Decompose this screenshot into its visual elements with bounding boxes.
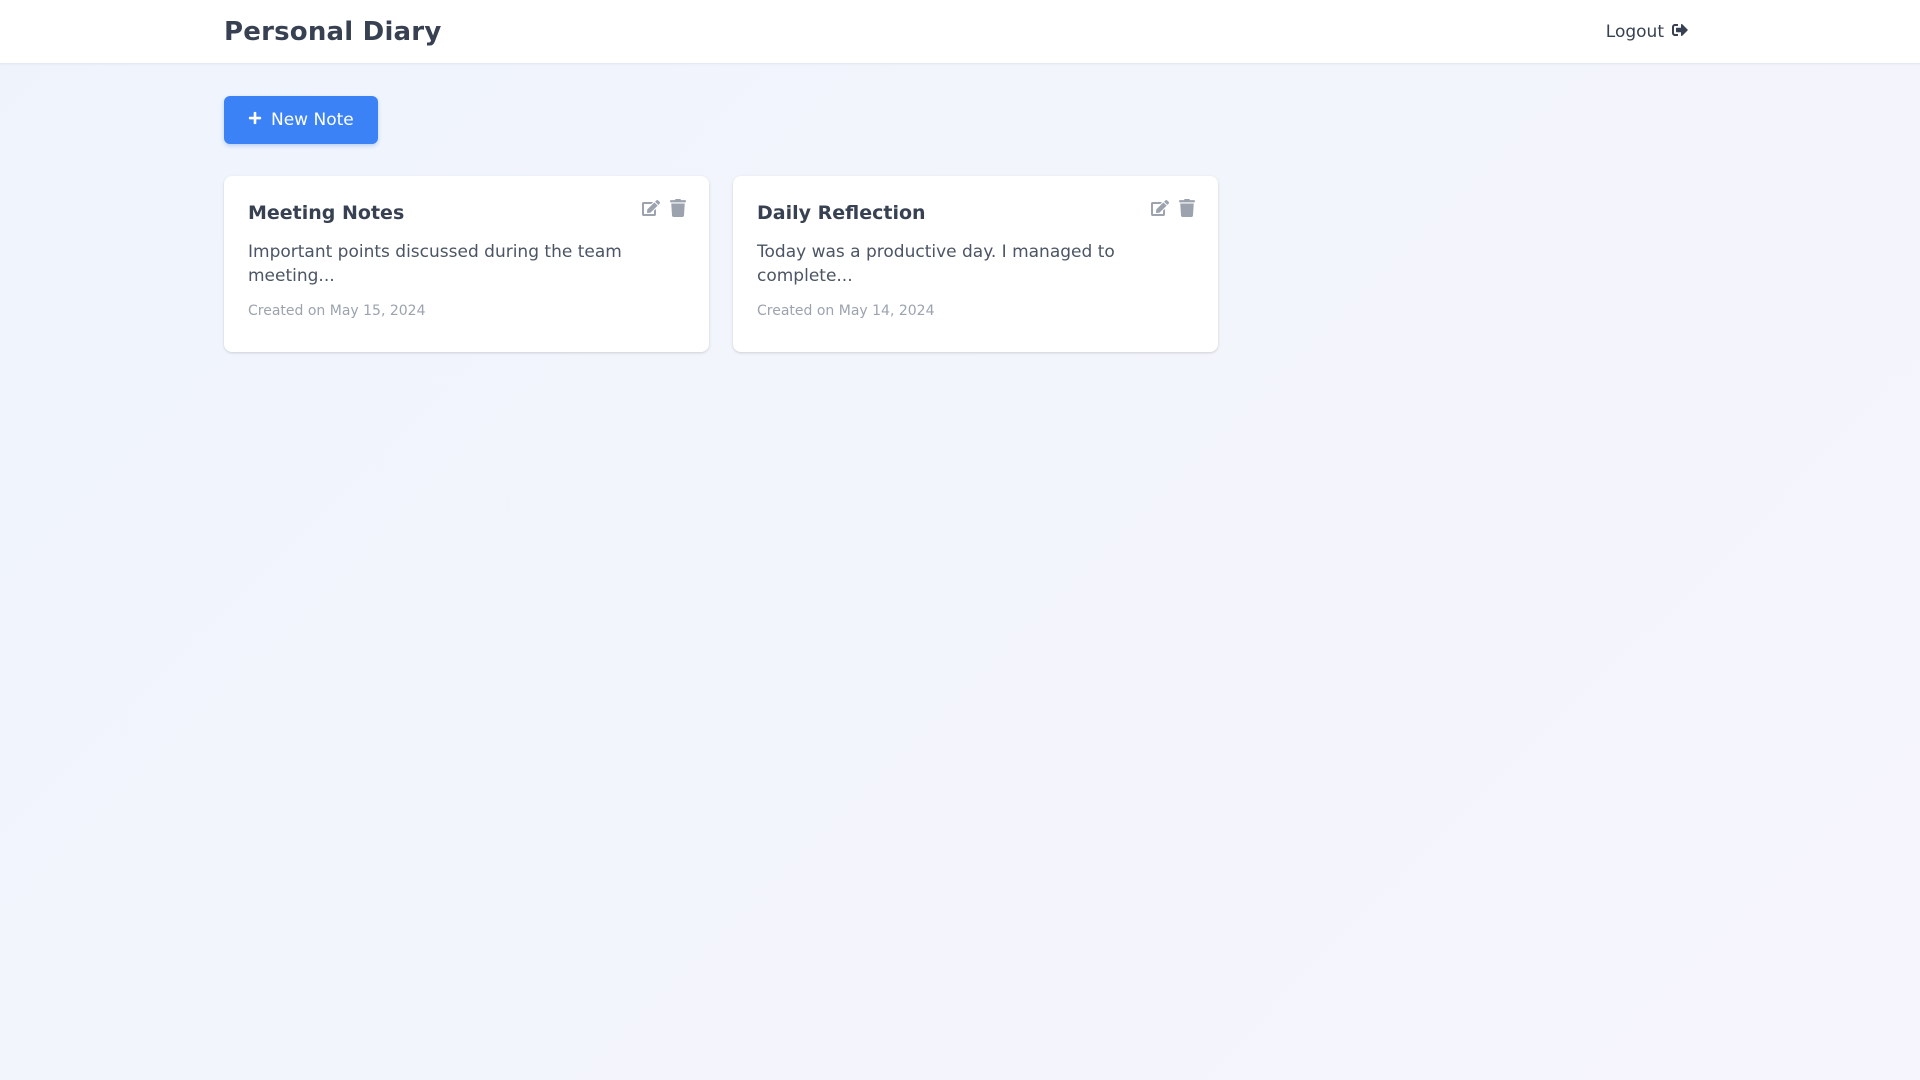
main-content: New Note Meeting Notes Important points …	[208, 64, 1712, 352]
top-navbar: Personal Diary Logout	[0, 0, 1920, 64]
navbar-inner: Personal Diary Logout	[208, 0, 1712, 64]
logout-button[interactable]: Logout	[1606, 22, 1688, 43]
app-title: Personal Diary	[224, 17, 442, 47]
plus-icon	[248, 110, 262, 130]
sign-out-icon	[1672, 22, 1688, 43]
new-note-button[interactable]: New Note	[224, 96, 378, 144]
new-note-label: New Note	[271, 110, 354, 130]
note-card[interactable]: Daily Reflection Today was a productive …	[733, 176, 1218, 352]
edit-icon[interactable]	[641, 198, 660, 217]
edit-icon[interactable]	[1150, 198, 1169, 217]
note-actions	[1150, 198, 1196, 217]
note-created-date: Created on May 15, 2024	[248, 303, 426, 319]
logout-label: Logout	[1605, 22, 1664, 42]
trash-icon[interactable]	[668, 198, 687, 217]
trash-icon[interactable]	[1177, 198, 1196, 217]
note-excerpt: Today was a productive day. I managed to…	[757, 242, 1115, 286]
note-created-date: Created on May 14, 2024	[757, 303, 935, 319]
note-card[interactable]: Meeting Notes Important points discussed…	[224, 176, 709, 352]
notes-grid: Meeting Notes Important points discussed…	[224, 176, 1696, 352]
note-actions	[641, 198, 687, 217]
note-title: Daily Reflection	[757, 202, 926, 224]
note-excerpt: Important points discussed during the te…	[248, 242, 622, 286]
note-title: Meeting Notes	[248, 202, 405, 224]
